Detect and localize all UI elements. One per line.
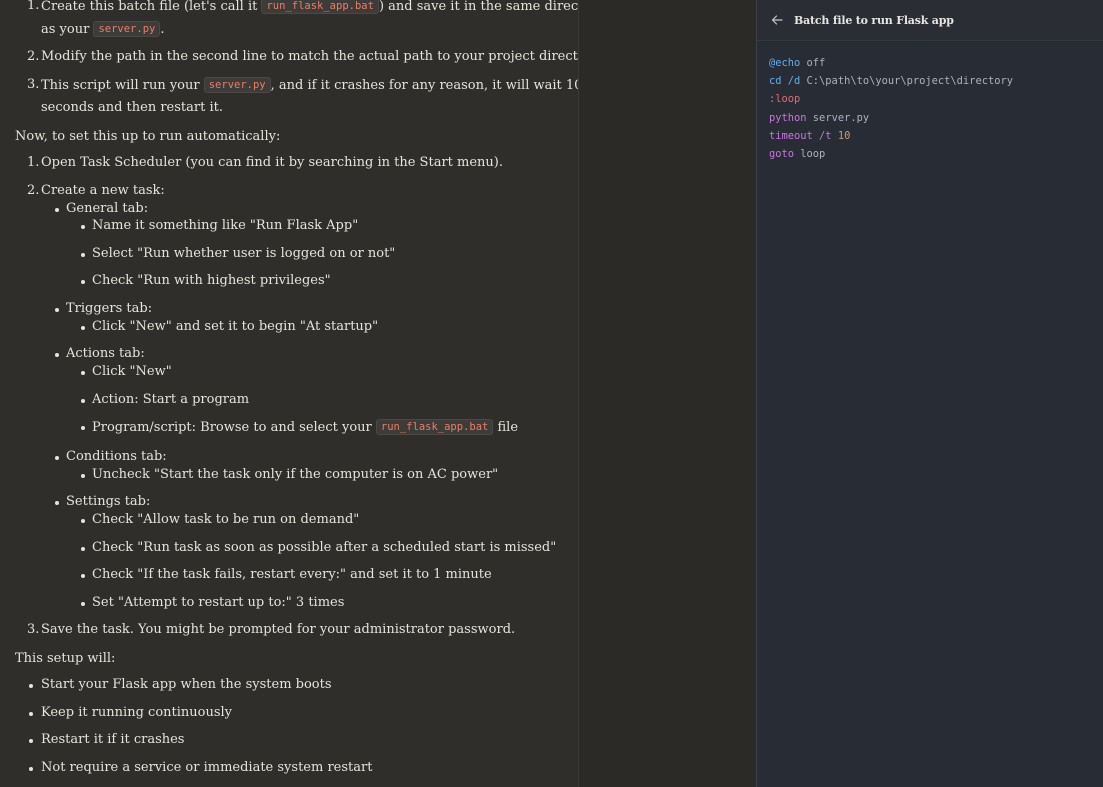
settings-item: Check "If the task fails, restart every:… xyxy=(92,567,492,582)
settings-item: Set "Attempt to restart up to:" 3 times xyxy=(92,595,345,610)
step-number: 3. xyxy=(27,77,40,92)
code-token: @echo xyxy=(769,57,801,69)
bullet xyxy=(55,208,59,212)
setup-item: Restart it if it crashes xyxy=(41,732,185,747)
code-token: 10 xyxy=(837,129,851,142)
bullet xyxy=(81,426,85,430)
bullet xyxy=(55,456,59,460)
actions-item: Click "New" xyxy=(92,364,172,379)
task-step-2: Create a new task: xyxy=(41,183,165,198)
intro-step-1-cont: as your server.py. xyxy=(41,21,165,37)
code-token: off xyxy=(800,57,826,69)
code-token: :loop xyxy=(769,93,801,106)
artifact-panel: Batch file to run Flask app @echo off cd … xyxy=(756,0,1103,787)
bullet xyxy=(81,280,85,284)
bullet xyxy=(81,602,85,606)
chat-panel: 1. Create this batch file (let's call it… xyxy=(0,0,579,787)
settings-item: Check "Allow task to be run on demand" xyxy=(92,512,360,527)
code-line: @echo off xyxy=(769,54,1092,72)
code-block: @echo off cd /d C:\path\to\your\project\d… xyxy=(757,41,1103,176)
code-line: python server.py xyxy=(769,109,1092,127)
bullet xyxy=(81,574,85,578)
bullet xyxy=(81,399,85,403)
step-number: 2. xyxy=(27,49,40,64)
code-token: goto xyxy=(769,148,795,161)
code-line: timeout /t 10 xyxy=(769,127,1092,145)
code-line: cd /d C:\path\to\your\project\directory xyxy=(769,72,1092,90)
arrow-left-icon xyxy=(771,15,783,25)
actions-item-program: Program/script: Browse to and select you… xyxy=(92,419,519,435)
bullet xyxy=(81,225,85,229)
setup-item: Keep it running continuously xyxy=(41,705,233,720)
general-item: Select "Run whether user is logged on or… xyxy=(92,246,396,261)
inline-code: server.py xyxy=(93,21,161,37)
setup-item: Start your Flask app when the system boo… xyxy=(41,677,332,692)
bullet xyxy=(29,767,33,771)
code-line: goto loop xyxy=(769,145,1092,163)
conditions-item: Uncheck "Start the task only if the comp… xyxy=(92,467,499,482)
general-item: Check "Run with highest privileges" xyxy=(92,273,331,288)
bullet xyxy=(81,253,85,257)
bullet xyxy=(29,684,33,688)
panel-gap xyxy=(579,0,756,787)
intro-step-3: This script will run your server.py, and… xyxy=(41,77,579,93)
bullet xyxy=(55,308,59,312)
bullet xyxy=(81,371,85,375)
general-item: Name it something like "Run Flask App" xyxy=(92,218,359,233)
triggers-item: Click "New" and set it to begin "At star… xyxy=(92,319,379,334)
inline-code: run_flask_app.bat xyxy=(261,0,379,14)
bullet xyxy=(55,501,59,505)
step-number: 1. xyxy=(27,155,40,170)
code-token: timeout /t xyxy=(769,129,832,142)
conditions-tab-label: Conditions tab: xyxy=(66,449,167,464)
step-number: 2. xyxy=(27,183,40,198)
step-number: 3. xyxy=(27,622,40,637)
bullet xyxy=(81,474,85,478)
code-token: cd /d xyxy=(769,75,801,88)
general-tab-label: General tab: xyxy=(66,201,149,216)
code-token: server.py xyxy=(806,111,870,124)
task-step-1: Open Task Scheduler (you can find it by … xyxy=(41,155,503,170)
setup-item: Not require a service or immediate syste… xyxy=(41,760,373,775)
code-line: :loop xyxy=(769,90,1092,108)
intro-step-3-cont: seconds and then restart it. xyxy=(41,100,223,115)
triggers-tab-label: Triggers tab: xyxy=(66,301,153,316)
bullet xyxy=(29,712,33,716)
bullet xyxy=(55,353,59,357)
settings-tab-label: Settings tab: xyxy=(66,494,151,509)
step-number: 1. xyxy=(27,0,40,13)
artifact-title: Batch file to run Flask app xyxy=(794,13,954,27)
task-step-3: Save the task. You might be prompted for… xyxy=(41,622,516,637)
artifact-header: Batch file to run Flask app xyxy=(757,0,1103,41)
inline-code: server.py xyxy=(203,77,271,93)
actions-item: Action: Start a program xyxy=(92,392,250,407)
code-token: loop xyxy=(794,148,826,161)
bullet xyxy=(81,519,85,523)
settings-item: Check "Run task as soon as possible afte… xyxy=(92,540,557,555)
setup-heading: This setup will: xyxy=(15,651,116,666)
bullet xyxy=(81,547,85,551)
intro-step-2: Modify the path in the second line to ma… xyxy=(41,49,579,64)
code-token: C:\path\to\your\project\directory xyxy=(800,75,1013,88)
actions-tab-label: Actions tab: xyxy=(66,346,145,361)
inline-code: run_flask_app.bat xyxy=(375,419,494,435)
back-button[interactable] xyxy=(769,12,785,28)
intro-step-1: Create this batch file (let's call it ru… xyxy=(41,0,579,14)
code-token: python xyxy=(769,111,807,124)
bullet xyxy=(81,326,85,330)
bullet xyxy=(29,739,33,743)
now-heading: Now, to set this up to run automatically… xyxy=(15,129,281,144)
